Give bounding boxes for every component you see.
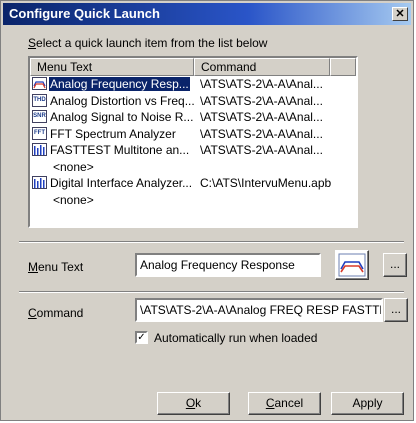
list-item-command: C:\ATS\IntervuMenu.apb xyxy=(200,176,332,190)
list-item[interactable]: Analog Frequency Resp... \ATS\ATS-2\A-A\A… xyxy=(30,76,356,93)
menu-text-browse-button[interactable]: ... xyxy=(383,253,407,277)
thd-icon: THD xyxy=(32,93,47,107)
command-browse-button[interactable]: ... xyxy=(384,298,408,322)
configure-quick-launch-dialog: Configure Quick Launch ✕ Select a quick … xyxy=(0,0,414,421)
list-item-menu-text: <none> xyxy=(53,159,94,174)
fft-icon: FFT xyxy=(32,126,47,140)
close-icon: ✕ xyxy=(395,8,405,20)
analog-frequency-response-icon xyxy=(32,77,47,90)
menu-text-label: Menu Text xyxy=(28,260,84,274)
list-item-menu-text: Analog Distortion vs Freq... xyxy=(50,93,194,108)
icon-picker-button[interactable] xyxy=(335,250,369,280)
auto-run-checkbox[interactable]: ✓ xyxy=(135,331,148,344)
list-item-menu-text: Digital Interface Analyzer... xyxy=(50,176,193,190)
list-item-menu-text-cell: <none> xyxy=(52,159,214,175)
quick-launch-list[interactable]: Menu Text Command Analog Frequency Resp.… xyxy=(28,56,358,228)
list-item-command: \ATS\ATS-2\A-A\Anal... xyxy=(200,93,323,108)
list-item-command: \ATS\ATS-2\A-A\Anal... xyxy=(200,77,323,91)
list-item-menu-text-cell: Digital Interface Analyzer... xyxy=(32,175,194,191)
auto-run-label[interactable]: Automatically run when loaded xyxy=(154,331,317,345)
list-item-menu-text-cell: FASTTEST Multitone an... xyxy=(32,142,194,158)
list-header: Menu Text Command xyxy=(30,58,356,76)
list-item-menu-text-cell: Analog Frequency Resp... xyxy=(32,76,194,92)
separator xyxy=(19,291,404,293)
separator xyxy=(19,241,404,243)
command-input[interactable]: \ATS\ATS-2\A-A\Analog FREQ RESP FASTTE xyxy=(135,298,383,322)
close-button[interactable]: ✕ xyxy=(392,7,408,21)
menu-text-input[interactable]: Analog Frequency Response xyxy=(135,253,321,277)
list-item-menu-text: <none> xyxy=(53,192,94,207)
ok-button[interactable]: Ok xyxy=(157,392,230,415)
check-icon: ✓ xyxy=(137,332,146,343)
command-label: Command xyxy=(28,306,84,320)
column-header-menu-text[interactable]: Menu Text xyxy=(30,58,194,76)
apply-button[interactable]: Apply xyxy=(331,392,404,415)
list-item-menu-text-cell: THD Analog Distortion vs Freq... xyxy=(32,93,194,109)
list-item[interactable]: FFT FFT Spectrum Analyzer \ATS\ATS-2\A-A\A… xyxy=(30,126,356,143)
cancel-button[interactable]: Cancel xyxy=(248,392,321,415)
list-item[interactable]: SNR Analog Signal to Noise R... \ATS\ATS-2… xyxy=(30,109,356,126)
column-header-command[interactable]: Command xyxy=(194,58,330,76)
list-item-menu-text: FASTTEST Multitone an... xyxy=(50,143,190,157)
snr-icon: SNR xyxy=(32,110,47,123)
list-item-command: \ATS\ATS-2\A-A\Anal... xyxy=(200,110,323,124)
list-item-menu-text-cell: <none> xyxy=(52,192,214,208)
window-title: Configure Quick Launch xyxy=(9,6,160,21)
frequency-response-icon xyxy=(338,253,366,277)
apply-button-label: Apply xyxy=(352,396,383,410)
list-rows: Analog Frequency Resp... \ATS\ATS-2\A-A\A… xyxy=(30,76,356,208)
list-item-menu-text: Analog Signal to Noise R... xyxy=(50,110,194,124)
list-item-menu-text-cell: FFT FFT Spectrum Analyzer xyxy=(32,126,194,142)
list-item[interactable]: <none> xyxy=(30,192,356,209)
instruction-label: Select a quick launch item from the list… xyxy=(28,36,268,50)
digital-interface-icon xyxy=(32,176,47,189)
title-bar[interactable]: Configure Quick Launch ✕ xyxy=(3,3,411,25)
cancel-button-label: Cancel xyxy=(265,396,304,410)
ok-button-label: Ok xyxy=(185,396,202,410)
list-item[interactable]: FASTTEST Multitone an... \ATS\ATS-2\A-A\A… xyxy=(30,142,356,159)
list-item-menu-text-cell: SNR Analog Signal to Noise R... xyxy=(32,109,194,125)
list-item-menu-text: FFT Spectrum Analyzer xyxy=(50,126,176,141)
column-header-filler xyxy=(330,58,356,76)
list-item-command: \ATS\ATS-2\A-A\Anal... xyxy=(200,126,323,141)
list-item[interactable]: Digital Interface Analyzer... C:\ATS\Inte… xyxy=(30,175,356,192)
list-item[interactable]: <none> xyxy=(30,159,356,176)
multitone-icon xyxy=(32,143,47,156)
list-item-command: \ATS\ATS-2\A-A\Anal... xyxy=(200,143,323,157)
list-item-menu-text: Analog Frequency Resp... xyxy=(49,77,190,91)
list-item[interactable]: THD Analog Distortion vs Freq... \ATS\ATS-… xyxy=(30,93,356,110)
